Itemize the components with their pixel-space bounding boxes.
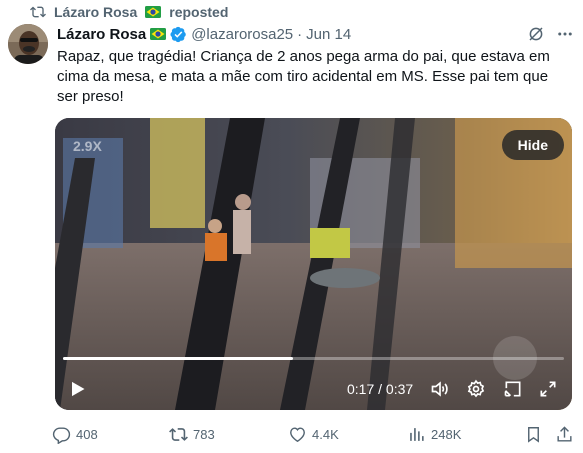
video-time: 0:17 / 0:37 xyxy=(347,381,414,397)
grok-icon[interactable] xyxy=(527,25,545,43)
share-icon xyxy=(557,425,572,442)
hide-media-button[interactable]: Hide xyxy=(501,130,564,160)
tweet-text: Rapaz, que tragédia! Criança de 2 anos p… xyxy=(57,48,550,105)
like-count: 4.4K xyxy=(312,426,339,442)
repost-suffix: reposted xyxy=(169,4,229,20)
tweet-header: Lázaro Rosa @lazarorosa25 · Jun 14 xyxy=(57,24,351,44)
picture-in-picture-button[interactable] xyxy=(503,378,523,400)
bookmark-button[interactable] xyxy=(524,424,543,444)
view-count: 248K xyxy=(431,426,462,442)
views-icon xyxy=(410,427,424,441)
video-progress-bar[interactable] xyxy=(63,357,564,360)
avatar[interactable] xyxy=(8,24,48,64)
reply-icon xyxy=(52,426,71,444)
tweet-date[interactable]: Jun 14 xyxy=(306,26,351,43)
volume-icon xyxy=(431,381,448,397)
like-icon xyxy=(290,426,305,442)
play-button[interactable] xyxy=(67,378,87,400)
verified-badge-icon xyxy=(170,26,186,42)
volume-button[interactable] xyxy=(430,378,450,400)
author-handle[interactable]: @lazarorosa25 xyxy=(191,26,293,43)
video-frame xyxy=(55,118,572,410)
like-button[interactable]: 4.4K xyxy=(288,424,339,444)
author-name[interactable]: Lázaro Rosa xyxy=(57,26,146,43)
video-overlay-text: 2.9X xyxy=(73,138,102,154)
bookmark-icon xyxy=(528,426,539,443)
repost-count: 783 xyxy=(193,426,215,442)
reply-count: 408 xyxy=(76,426,98,442)
repost-button[interactable]: 783 xyxy=(169,424,215,444)
video-player[interactable]: 2.9X Hide 0:17 / 0:37 xyxy=(55,118,572,410)
reply-button[interactable]: 408 xyxy=(52,424,98,444)
brazil-flag-icon xyxy=(150,28,167,40)
repost-icon xyxy=(30,6,46,18)
play-icon xyxy=(72,381,85,397)
tweet-actions: 408 783 4.4K 248K xyxy=(52,424,577,444)
settings-button[interactable] xyxy=(466,378,486,400)
fullscreen-icon xyxy=(540,381,556,397)
fullscreen-button[interactable] xyxy=(538,378,558,400)
repost-author-name[interactable]: Lázaro Rosa xyxy=(54,4,137,20)
brazil-flag-icon xyxy=(145,6,162,18)
video-progress-fill xyxy=(63,357,294,360)
settings-icon xyxy=(467,379,485,398)
separator: · xyxy=(297,25,303,43)
more-icon[interactable] xyxy=(555,25,575,43)
share-button[interactable] xyxy=(555,424,574,444)
views-button[interactable]: 248K xyxy=(407,424,461,444)
repost-icon xyxy=(169,427,188,441)
repost-context: Lázaro Rosa reposted xyxy=(30,3,228,21)
picture-in-picture-icon xyxy=(504,381,521,397)
